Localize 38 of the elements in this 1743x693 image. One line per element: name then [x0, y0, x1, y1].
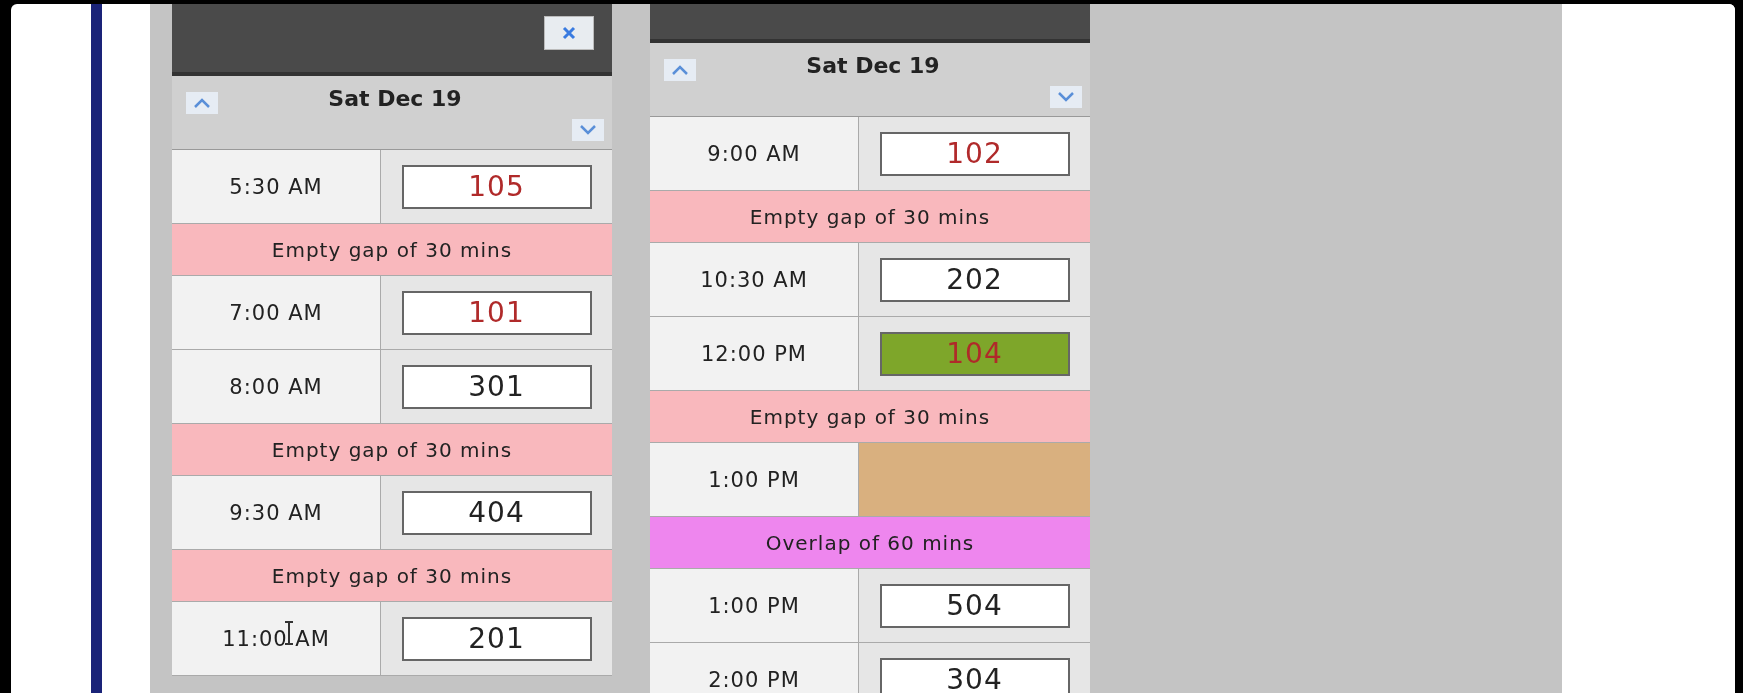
time-label: 7:00 AM [229, 300, 323, 325]
chevron-up-icon [192, 97, 212, 109]
gap-notice: Empty gap of 30 mins [650, 391, 1090, 443]
room-field[interactable]: 304 [879, 657, 1070, 693]
chevron-down-icon [578, 124, 598, 136]
room-field[interactable]: 101 [401, 290, 592, 335]
room-field[interactable]: 301 [401, 364, 592, 409]
close-icon [562, 26, 576, 40]
time-label: 5:30 AM [229, 174, 323, 199]
chevron-down-button[interactable] [572, 119, 604, 141]
time-label: 1:00 PM [708, 467, 800, 492]
room-field[interactable]: 105 [401, 164, 592, 209]
time-label: 9:30 AM [229, 500, 323, 525]
room-field[interactable]: 504 [879, 583, 1070, 628]
chevron-up-icon [670, 64, 690, 76]
time-label: 10:30 AM [700, 267, 808, 292]
room-field[interactable]: 201 [401, 616, 592, 661]
gap-notice: Empty gap of 30 mins [650, 191, 1090, 243]
overlap-notice: Overlap of 60 mins [650, 517, 1090, 569]
room-field[interactable]: 404 [401, 490, 592, 535]
time-label: 9:00 AM [707, 141, 801, 166]
date-label: Sat Dec 19 [806, 53, 940, 78]
time-label: 11:00 AM [222, 626, 330, 651]
gap-notice: Empty gap of 30 mins [172, 224, 612, 276]
gap-notice: Empty gap of 30 mins [172, 424, 612, 476]
room-field[interactable]: 102 [879, 131, 1070, 176]
time-label: 12:00 PM [701, 341, 807, 366]
time-label: 1:00 PM [708, 593, 800, 618]
room-field[interactable]: 202 [879, 257, 1070, 302]
gap-notice: Empty gap of 30 mins [172, 550, 612, 602]
chevron-up-button[interactable] [186, 92, 218, 114]
chevron-down-button[interactable] [1050, 86, 1082, 108]
time-label: 2:00 PM [708, 667, 800, 692]
chevron-down-icon [1056, 91, 1076, 103]
chevron-up-button[interactable] [664, 59, 696, 81]
close-button[interactable] [544, 16, 594, 50]
date-label: Sat Dec 19 [328, 86, 462, 111]
time-label: 8:00 AM [229, 374, 323, 399]
